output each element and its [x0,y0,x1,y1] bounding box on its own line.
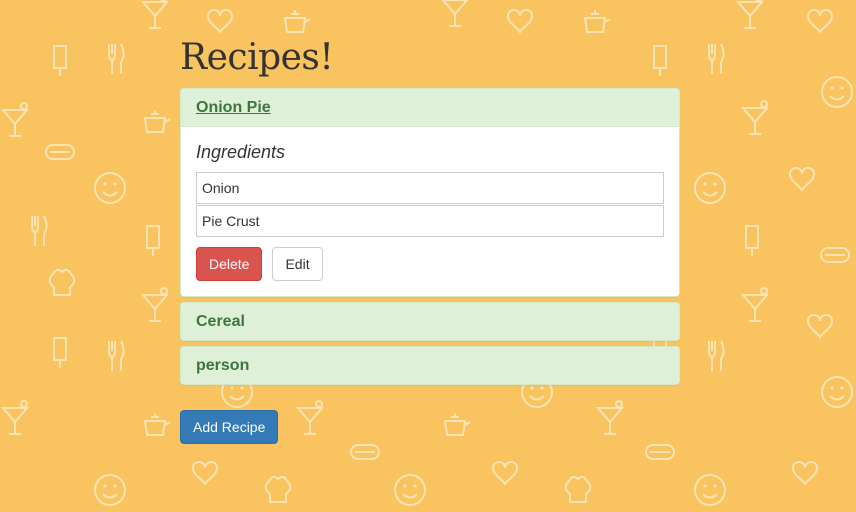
recipe-panel-heading[interactable]: Onion Pie [181,89,679,127]
recipe-panel-person: person [180,346,680,385]
page-title: Recipes! [180,37,334,78]
add-recipe-wrapper: Add Recipe [180,410,680,444]
recipes-container: Recipes! Onion Pie Ingredients Onion Pie… [180,30,680,444]
recipe-title[interactable]: person [196,357,249,374]
add-recipe-button[interactable]: Add Recipe [180,410,279,444]
recipe-panel-cereal: Cereal [180,302,680,341]
recipe-title-link[interactable]: Onion Pie [196,99,271,116]
recipe-title[interactable]: Cereal [196,313,245,330]
edit-button[interactable]: Edit [272,247,323,281]
recipe-panel-onion-pie: Onion Pie Ingredients Onion Pie Crust De… [180,88,680,297]
ingredients-heading: Ingredients [196,142,286,162]
recipe-panel-heading[interactable]: person [181,347,679,384]
recipe-actions: Delete Edit [196,247,664,281]
recipe-panel-heading[interactable]: Cereal [181,303,679,340]
ingredient-item: Onion [196,172,664,204]
recipe-panel-body: Ingredients Onion Pie Crust Delete Edit [181,127,679,296]
ingredient-item: Pie Crust [196,205,664,237]
delete-button[interactable]: Delete [196,247,263,281]
ingredients-list: Onion Pie Crust [196,172,664,237]
